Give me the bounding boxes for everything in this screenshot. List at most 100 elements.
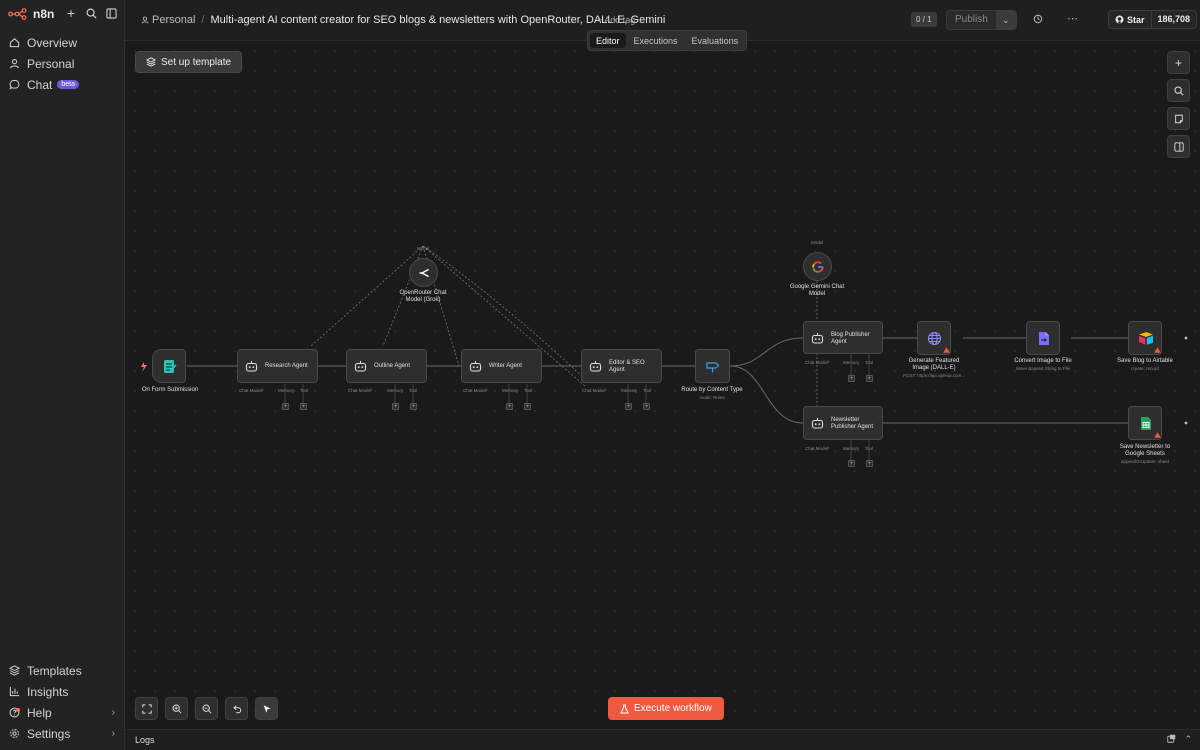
node-label: Research Agent [265, 363, 308, 369]
node-generate-featured-image[interactable] [917, 321, 951, 355]
node-research-agent[interactable]: Research Agent [237, 349, 318, 383]
add-memory-button[interactable]: + [392, 403, 399, 410]
workflow-canvas[interactable]: Set up template + On Form Submission Res… [125, 41, 1200, 729]
github-star: Star [1109, 11, 1152, 28]
search-icon[interactable] [84, 6, 98, 20]
tab-evaluations[interactable]: Evaluations [686, 33, 745, 48]
node-google-gemini-chat-model[interactable] [803, 252, 832, 281]
robot-icon [811, 418, 824, 429]
node-on-form-submission[interactable] [152, 349, 186, 383]
sidebar-item-label: Chat [27, 77, 53, 92]
add-tool-button[interactable]: + [643, 403, 650, 410]
pop-out-icon[interactable] [1167, 734, 1176, 745]
port-label: Tool [643, 388, 652, 393]
add-memory-button[interactable]: + [506, 403, 513, 410]
warning-icon [1154, 347, 1161, 353]
fit-view-button[interactable] [135, 697, 158, 720]
node-save-newsletter-to-google-sheets[interactable] [1128, 406, 1162, 440]
sidebar-item-help[interactable]: Help › [0, 702, 124, 723]
chevron-right-icon: › [111, 707, 115, 718]
execute-workflow-button[interactable]: Execute workflow [608, 697, 724, 720]
sidebar-item-settings[interactable]: Settings › [0, 723, 124, 744]
sidebar-item-insights[interactable]: Insights [0, 681, 124, 702]
github-icon [1115, 15, 1124, 24]
fit-view-icon [141, 703, 152, 714]
github-star-label: Star [1127, 14, 1145, 25]
chat-bubble-icon [9, 79, 20, 90]
sidebar-item-templates[interactable]: Templates [0, 660, 124, 681]
github-star-count: 186,708 [1157, 14, 1191, 24]
sidebar-item-chat[interactable]: Chat beta [0, 74, 124, 95]
add-tool-button[interactable]: + [524, 403, 531, 410]
logs-panel-bar[interactable]: Logs ⌃ [125, 729, 1200, 750]
file-convert-icon [1039, 332, 1049, 345]
node-label: Publisher Agent [831, 424, 874, 430]
port-label: Model [417, 246, 430, 251]
sidebar-item-label: Overview [27, 35, 78, 50]
publish-button-group: Publish ⌄ [946, 10, 1017, 30]
openrouter-icon [419, 268, 429, 278]
publish-button[interactable]: Publish [947, 11, 996, 29]
sidebar-item-personal[interactable]: Personal [0, 53, 124, 74]
node-save-blog-to-airtable[interactable] [1128, 321, 1162, 355]
chevron-down-icon[interactable]: ⌄ [995, 11, 1016, 29]
node-openrouter-chat-model[interactable] [409, 258, 438, 287]
add-tag-button[interactable]: + Add tag [597, 15, 635, 25]
port-label: Tool [524, 388, 533, 393]
collapse-sidebar-icon[interactable] [104, 6, 118, 20]
chevron-right-icon: › [111, 728, 115, 739]
add-tool-button[interactable]: + [410, 403, 417, 410]
add-icon[interactable]: + [64, 5, 78, 21]
sidebar-item-label: Templates [27, 663, 82, 678]
sidebar-item-label: Settings [27, 726, 71, 741]
history-icon[interactable] [1033, 14, 1043, 27]
select-tool-button[interactable] [255, 697, 278, 720]
node-blog-publisher-agent[interactable]: Blog Publisher Agent [803, 321, 883, 354]
breadcrumb-project[interactable]: Personal [141, 14, 195, 26]
add-tool-button[interactable]: + [866, 460, 873, 467]
flask-icon [620, 703, 629, 714]
beta-badge: beta [57, 80, 79, 89]
node-outline-agent[interactable]: Outline Agent [346, 349, 427, 383]
node-caption: Generate Featured [908, 358, 960, 364]
add-memory-button[interactable]: + [848, 375, 855, 382]
brand[interactable]: n8n [8, 7, 54, 21]
add-memory-button[interactable]: + [282, 403, 289, 410]
add-tool-button[interactable]: + [300, 403, 307, 410]
node-subcaption: create: record [1131, 366, 1159, 371]
more-options-icon[interactable]: ⋯ [1067, 12, 1078, 25]
warning-icon [1154, 432, 1161, 438]
node-subcaption: appendOrUpdate: sheet [1120, 459, 1170, 464]
tab-executions[interactable]: Executions [628, 33, 684, 48]
node-writer-agent[interactable]: Writer Agent [461, 349, 542, 383]
add-memory-button[interactable]: + [848, 460, 855, 467]
undo-button[interactable] [225, 697, 248, 720]
sidebar-item-overview[interactable]: Overview [0, 32, 124, 53]
view-tabs: Editor Executions Evaluations [587, 30, 748, 51]
node-label: Agent [609, 367, 625, 373]
notification-dot [16, 707, 20, 712]
sidebar-item-label: Insights [27, 684, 69, 699]
cursor-icon [263, 704, 271, 713]
node-caption: Image (DALL-E) [912, 365, 956, 371]
undo-icon [232, 704, 241, 713]
node-newsletter-publisher-agent[interactable]: Newsletter Publisher Agent [803, 406, 883, 440]
execute-workflow-label: Execute workflow [634, 703, 712, 714]
node-route-by-content-type[interactable] [695, 349, 730, 383]
zoom-in-button[interactable] [165, 697, 188, 720]
templates-icon [9, 665, 20, 676]
chevron-up-icon[interactable]: ⌃ [1184, 734, 1192, 745]
node-editor-seo-agent[interactable]: Editor & SEO Agent [581, 349, 662, 383]
add-tool-button[interactable]: + [866, 375, 873, 382]
port-label: Chat Model* [348, 388, 373, 393]
zoom-out-button[interactable] [195, 697, 218, 720]
github-star-button[interactable]: Star 186,708 [1108, 10, 1198, 29]
add-memory-button[interactable]: + [625, 403, 632, 410]
node-convert-image-to-file[interactable] [1026, 321, 1060, 355]
switch-icon [706, 362, 720, 373]
node-caption: OpenRouter Chat [399, 290, 447, 296]
node-caption: Save Newsletter to [1119, 444, 1171, 450]
globe-icon [927, 331, 942, 346]
sidebar-nav: Overview Personal Chat beta [0, 32, 124, 95]
tab-editor[interactable]: Editor [590, 33, 626, 48]
